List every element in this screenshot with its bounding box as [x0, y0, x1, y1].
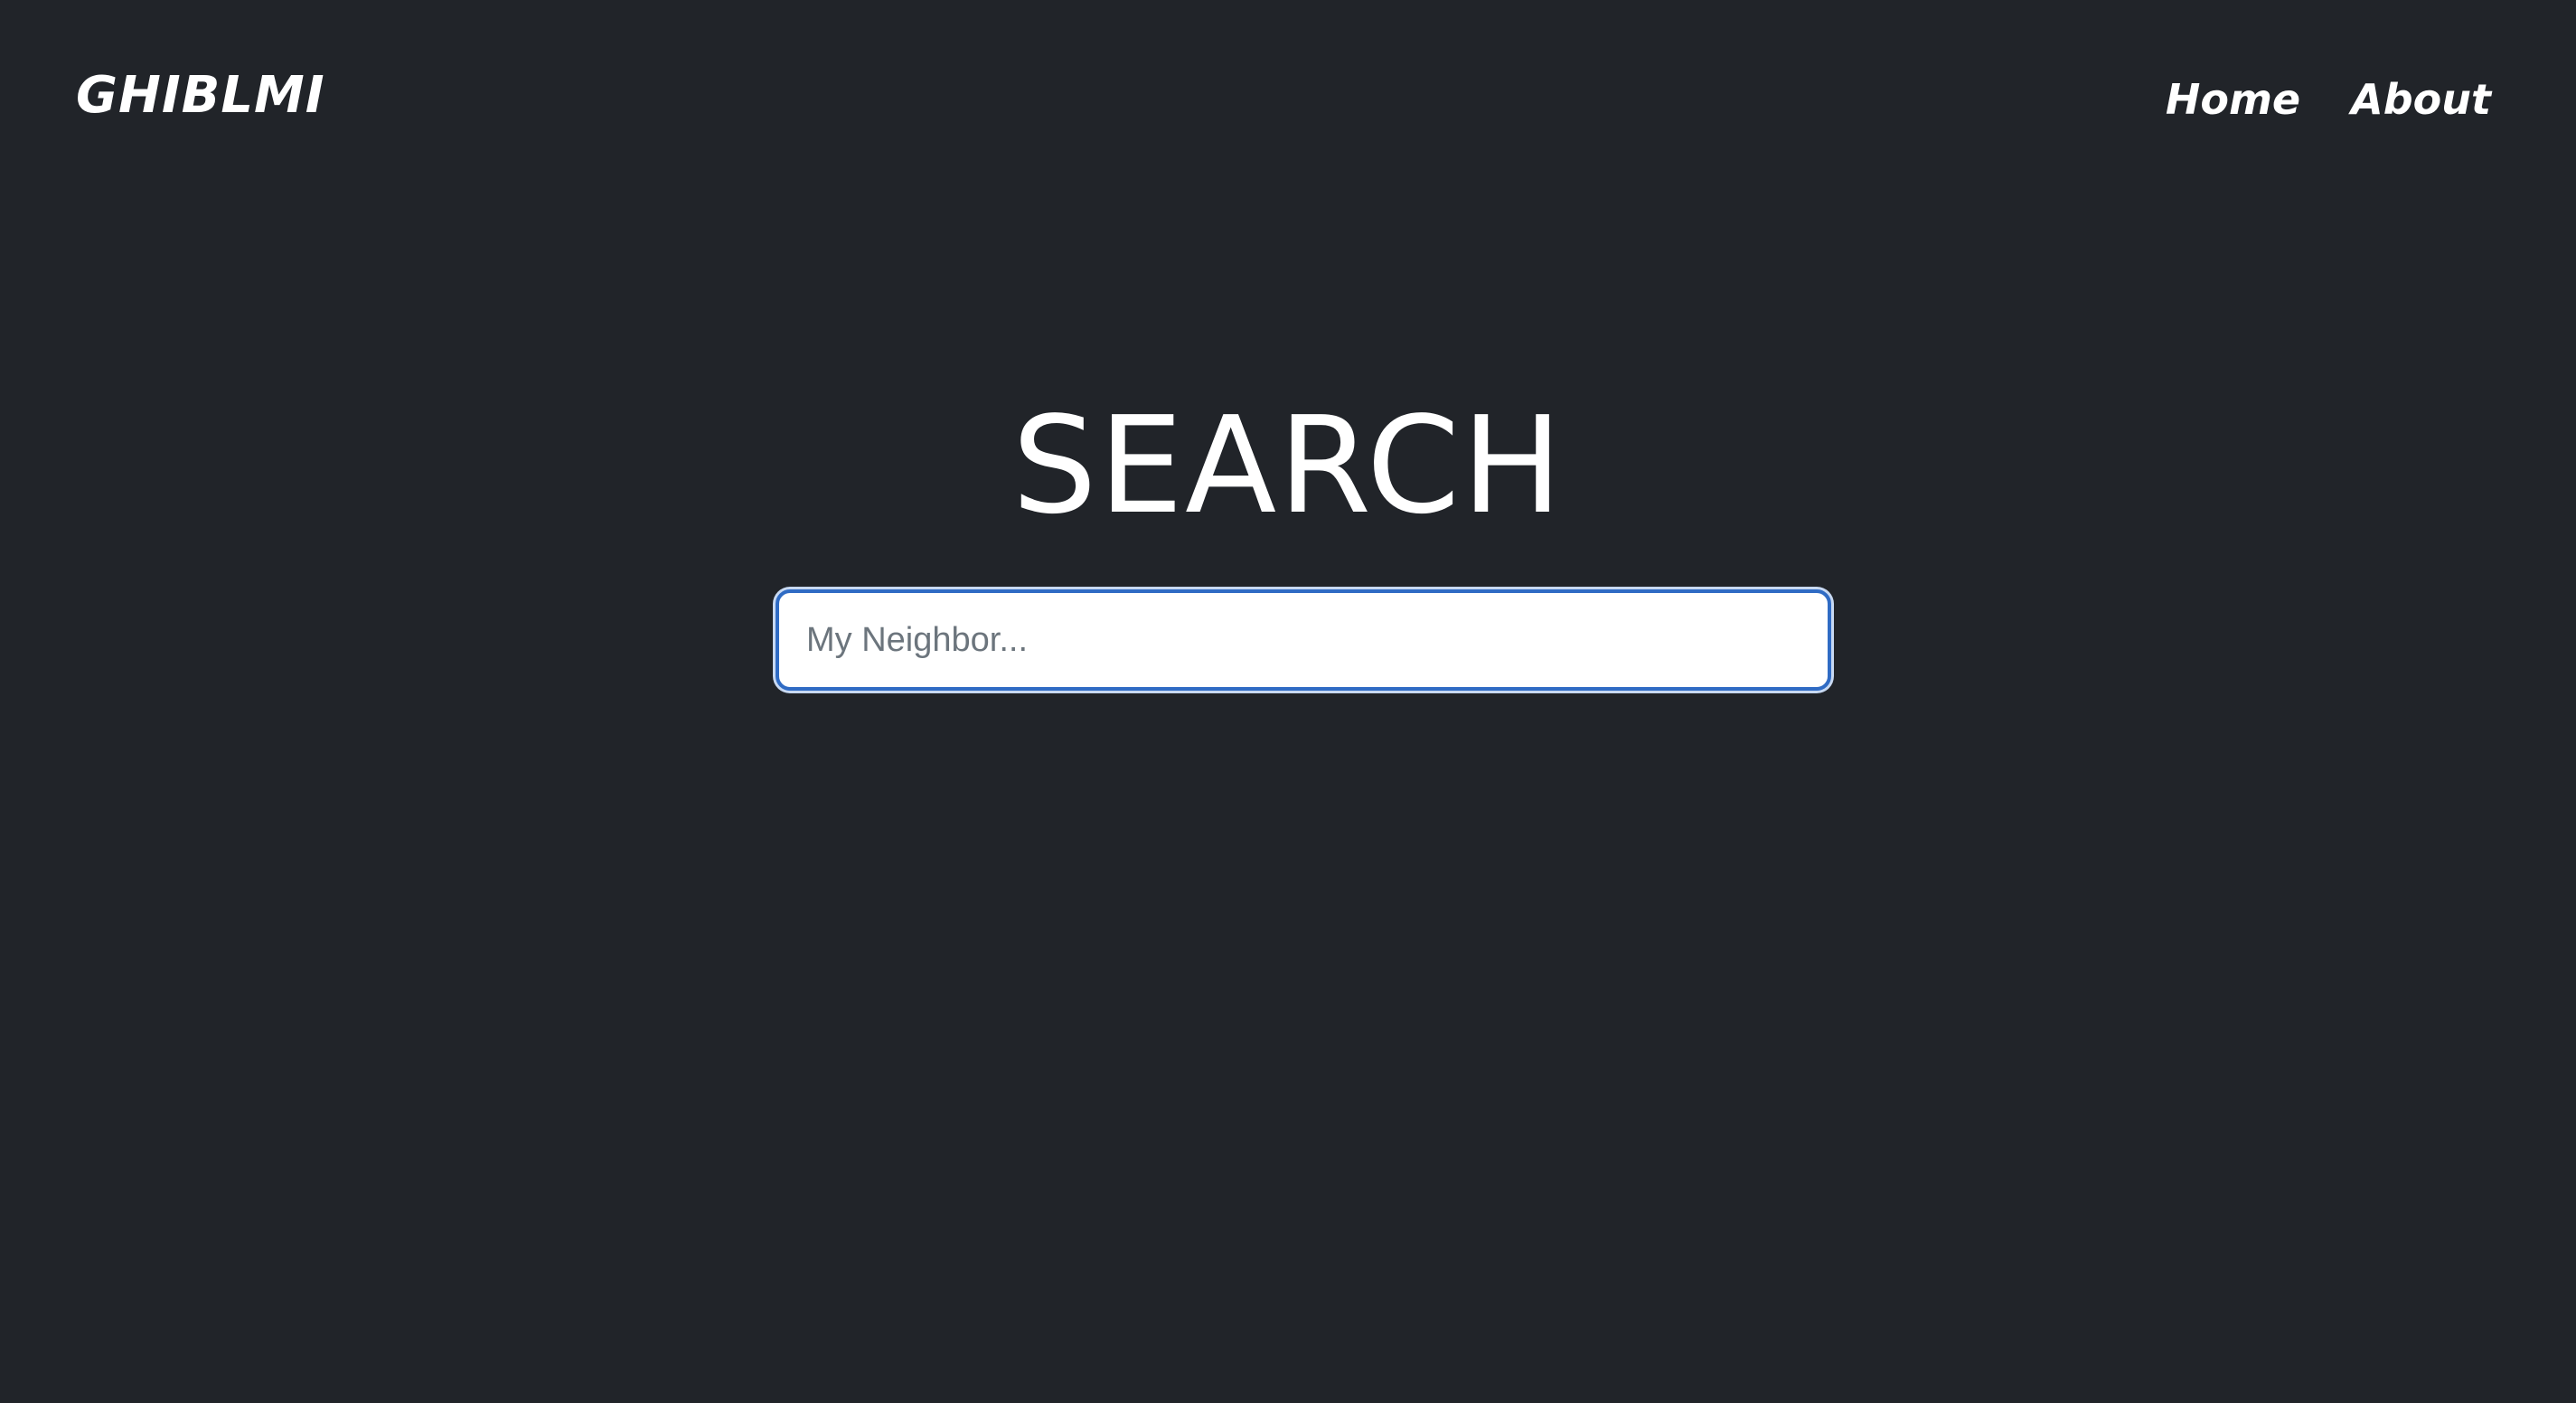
- search-input[interactable]: [776, 589, 1831, 691]
- nav-link-about[interactable]: About: [2351, 69, 2491, 130]
- navbar: GHIBLMI Home About: [0, 0, 2576, 190]
- nav-link-home[interactable]: Home: [2166, 69, 2300, 130]
- search-container: [776, 589, 1831, 691]
- page: GHIBLMI Home About SEARCH: [0, 0, 2576, 1403]
- nav-links: Home About: [2166, 69, 2491, 130]
- brand-logo-link[interactable]: GHIBLMI: [76, 63, 325, 128]
- page-title: SEARCH: [1011, 388, 1565, 543]
- hero: SEARCH: [0, 380, 2576, 551]
